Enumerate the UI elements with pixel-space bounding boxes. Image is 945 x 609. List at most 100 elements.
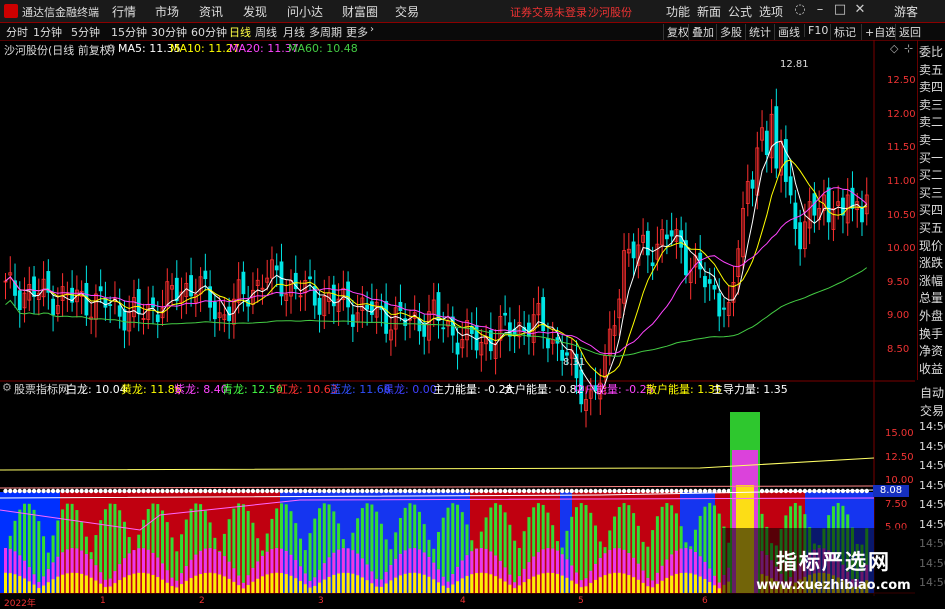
more-chevron-icon[interactable]: › [370,24,374,35]
indicator-bar [8,573,12,593]
minimize-icon[interactable]: – [812,2,828,18]
indicator-bar [170,586,174,593]
candle-body [308,276,312,280]
quote-item[interactable]: 委比 [918,44,944,61]
skin-icon[interactable]: ◌ [792,2,808,18]
indicator-bar [651,587,655,593]
kline-chart[interactable] [0,40,915,596]
period-multi[interactable]: 多周期 [309,24,342,40]
menu-xuanxiang[interactable]: 选项 [759,3,783,20]
indicator-bar [475,573,479,593]
trade-login-notice[interactable]: 证券交易未登录 [510,4,587,20]
period-fenshi[interactable]: 分时 [6,24,28,40]
indicator-bar [132,573,136,593]
quote-item[interactable]: 现价 [918,238,944,255]
indicator-dot [693,488,698,494]
guest-label[interactable]: 游客 [894,3,918,20]
period-more[interactable]: 更多 [346,24,368,40]
indicator-bar [184,580,188,593]
quote-item[interactable]: 卖一 [918,132,944,149]
indicator-bar [536,574,540,593]
indicator-value: 主力能量: -0.28 [433,383,513,396]
indicator-dot [341,488,346,494]
quote-item[interactable]: 买五 [918,220,944,237]
period-60min[interactable]: 60分钟 [191,24,227,40]
indicator-bar [275,572,279,593]
close-icon[interactable]: ✕ [852,2,868,18]
time-axis-label: 6 [702,596,708,606]
quote-item[interactable]: 买一 [918,150,944,167]
trade-item[interactable]: 交易 [919,403,945,420]
period-15min[interactable]: 15分钟 [111,24,147,40]
candle-body [122,309,127,331]
menu-zixun[interactable]: 资讯 [199,3,223,20]
menu-jiaoyi[interactable]: 交易 [395,3,419,20]
tool-tongji[interactable]: 统计 [745,24,771,40]
indicator-bar [108,586,112,593]
quote-item[interactable]: 卖五 [918,62,944,79]
quote-item[interactable]: 换手 [918,326,944,343]
quote-item[interactable]: 收益 [918,361,944,378]
candle-body [108,304,113,306]
indicator-bar [246,584,250,593]
quote-item[interactable]: 涨跌 [918,255,944,272]
menu-shichang[interactable]: 市场 [155,3,179,20]
menu-gongshi[interactable]: 公式 [728,3,752,20]
candle-body [774,106,779,169]
low-price-label: 8.31 [563,357,586,368]
indicator-value: 主导力量: 1.35 [712,383,788,396]
menu-gongneng[interactable]: 功能 [666,3,690,20]
indicator-bar [370,583,374,593]
tool-fanhui[interactable]: 返回 [895,24,921,40]
quote-item[interactable]: 总量 [918,290,944,307]
quote-item[interactable]: 买三 [918,185,944,202]
maximize-icon[interactable]: □ [832,2,848,18]
indicator-bar [389,580,393,593]
trade-item[interactable]: 自动 [919,385,945,402]
indicator-bar [712,585,716,593]
candle-body [155,314,160,323]
indicator-bar [351,573,355,593]
quote-item[interactable]: 卖三 [918,97,944,114]
tool-fuquan[interactable]: 复权 [663,24,689,40]
quote-item[interactable]: 外盘 [918,308,944,325]
indicator-settings-icon[interactable]: ⚙ [2,381,12,394]
tool-huaxian[interactable]: 画线 [774,24,800,40]
tool-f10[interactable]: F10 [804,24,828,37]
menu-caifuquan[interactable]: 财富圈 [342,3,378,20]
menu-xinmian[interactable]: 新面 [697,3,721,20]
menu-faxian[interactable]: 发现 [243,3,267,20]
period-monthly[interactable]: 月线 [283,24,305,40]
period-daily[interactable]: 日线 [229,24,251,40]
menu-wenxiaoda[interactable]: 问小达 [287,3,323,20]
period-weekly[interactable]: 周线 [255,24,277,40]
quote-item[interactable]: 净资 [918,343,944,360]
tool-duogu[interactable]: 多股 [716,24,742,40]
indicator-dot [564,488,570,494]
indicator-bar [13,574,17,593]
tool-biaoji[interactable]: 标记 [830,24,856,40]
indicator-dot [322,488,327,494]
quote-item[interactable]: 卖四 [918,79,944,96]
indicator-bar [89,577,93,593]
quote-item[interactable]: 卖二 [918,114,944,131]
period-5min[interactable]: 5分钟 [71,24,100,40]
indicator-dot [269,488,275,494]
indicator-bar [513,588,517,593]
indicator-bar [613,572,617,593]
period-1min[interactable]: 1分钟 [33,24,62,40]
quote-item[interactable]: 买二 [918,167,944,184]
indicator-bar [37,588,41,593]
period-30min[interactable]: 30分钟 [151,24,187,40]
indicator-bar [579,503,583,593]
indicator-dot [298,488,303,494]
candle-body [441,327,446,330]
menu-hangqing[interactable]: 行情 [112,3,136,20]
indicator-name[interactable]: 股票指标网 [14,381,69,397]
indicator-dot [517,488,522,494]
tool-diejia[interactable]: 叠加 [688,24,714,40]
quote-item[interactable]: 涨幅 [918,273,944,290]
indicator-bar [498,578,502,593]
quote-item[interactable]: 买四 [918,202,944,219]
tool-zixuan[interactable]: +自选 [861,24,896,40]
